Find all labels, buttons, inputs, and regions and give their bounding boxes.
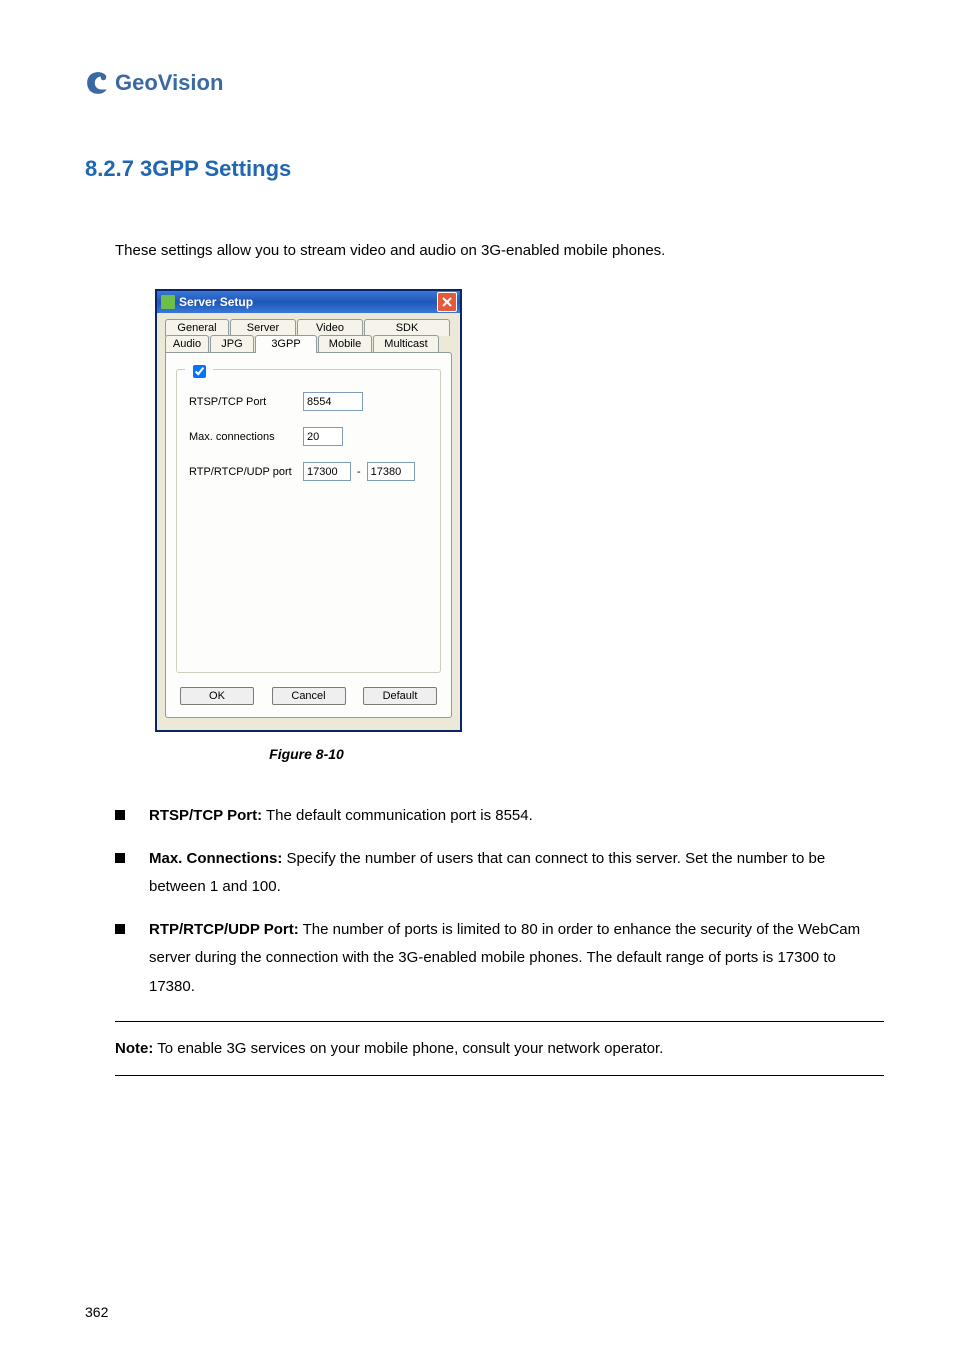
section-heading: 8.2.7 3GPP Settings bbox=[85, 156, 884, 182]
rtp-port-from-input[interactable] bbox=[303, 462, 351, 481]
max-connections-input[interactable] bbox=[303, 427, 343, 446]
intro-text: These settings allow you to stream video… bbox=[115, 242, 884, 259]
tab-general[interactable]: General bbox=[165, 319, 229, 336]
brand-name: GeoVision bbox=[115, 70, 223, 96]
tab-strip: General Server Video SDK Audio JPG 3GPP … bbox=[165, 319, 452, 352]
rtsp-port-label: RTSP/TCP Port bbox=[189, 396, 297, 408]
tab-mobile[interactable]: Mobile bbox=[318, 335, 372, 352]
tab-content: RTSP/TCP Port Max. connections RTP/RTCP/… bbox=[165, 352, 452, 718]
page-number: 362 bbox=[85, 1304, 108, 1320]
brand-logo: GeoVision bbox=[85, 70, 884, 96]
list-item: RTP/RTCP/UDP Port: The number of ports i… bbox=[115, 916, 884, 1002]
tab-video[interactable]: Video bbox=[297, 319, 363, 336]
list-item: RTSP/TCP Port: The default communication… bbox=[115, 802, 884, 831]
tab-jpg[interactable]: JPG bbox=[210, 335, 254, 352]
ok-button[interactable]: OK bbox=[180, 687, 254, 705]
settings-groupbox: RTSP/TCP Port Max. connections RTP/RTCP/… bbox=[176, 369, 441, 673]
tab-server[interactable]: Server bbox=[230, 319, 296, 336]
tab-sdk[interactable]: SDK bbox=[364, 319, 450, 336]
bullet-desc: The default communication port is 8554. bbox=[262, 807, 533, 824]
enable-checkbox[interactable] bbox=[193, 365, 206, 378]
rtp-port-label: RTP/RTCP/UDP port bbox=[189, 466, 297, 478]
note-term: Note: bbox=[115, 1040, 153, 1057]
tab-3gpp[interactable]: 3GPP bbox=[255, 335, 317, 353]
close-icon bbox=[442, 297, 452, 307]
port-range-dash: - bbox=[357, 466, 361, 478]
bullet-term: Max. Connections: bbox=[149, 850, 282, 867]
max-connections-label: Max. connections bbox=[189, 431, 297, 443]
close-button[interactable] bbox=[437, 292, 457, 312]
logo-icon bbox=[85, 70, 111, 96]
server-setup-dialog: Server Setup General Server Video SDK Au… bbox=[155, 289, 462, 732]
rtsp-port-input[interactable] bbox=[303, 392, 363, 411]
figure-caption: Figure 8-10 bbox=[155, 746, 458, 762]
bullet-term: RTSP/TCP Port: bbox=[149, 807, 262, 824]
list-item: Max. Connections: Specify the number of … bbox=[115, 845, 884, 902]
note-desc: To enable 3G services on your mobile pho… bbox=[153, 1040, 663, 1057]
bullet-list: RTSP/TCP Port: The default communication… bbox=[115, 802, 884, 1001]
cancel-button[interactable]: Cancel bbox=[272, 687, 346, 705]
dialog-title: Server Setup bbox=[179, 295, 253, 309]
rtp-port-to-input[interactable] bbox=[367, 462, 415, 481]
tab-multicast[interactable]: Multicast bbox=[373, 335, 439, 352]
default-button[interactable]: Default bbox=[363, 687, 437, 705]
bullet-term: RTP/RTCP/UDP Port: bbox=[149, 921, 299, 938]
dialog-titlebar: Server Setup bbox=[157, 291, 460, 313]
tab-audio[interactable]: Audio bbox=[165, 335, 209, 352]
note-box: Note: To enable 3G services on your mobi… bbox=[115, 1021, 884, 1076]
window-icon bbox=[161, 295, 175, 309]
